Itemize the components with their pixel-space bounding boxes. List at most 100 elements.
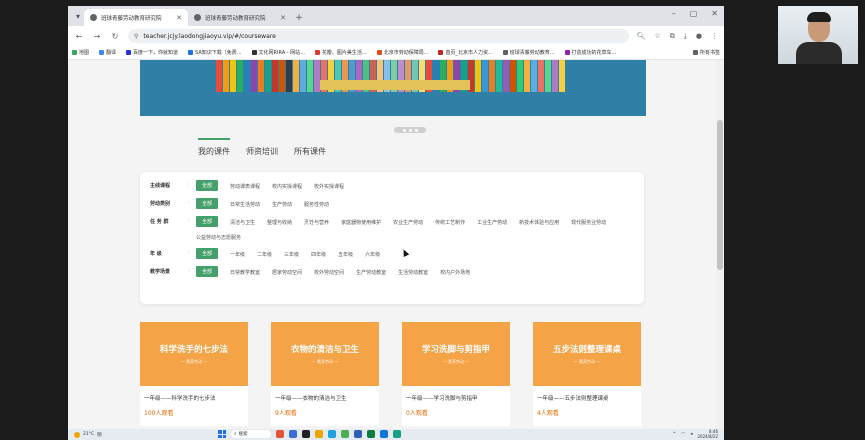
tray-chevron-icon[interactable]: ^ — [673, 432, 677, 437]
filter-option[interactable]: 工业生产劳动 — [477, 217, 507, 226]
bookmark-item[interactable]: 班球青藤劳动教育... — [502, 49, 555, 56]
course-name[interactable]: 一年级——学习洗脚与剪指甲 — [402, 386, 510, 402]
filter-option[interactable]: 日常教学教室 — [230, 267, 260, 276]
profile-icon[interactable]: ● — [696, 32, 702, 41]
bookmark-item[interactable]: 翻译 — [99, 49, 116, 56]
course-thumbnail[interactable]: 衣物的清洁与卫生 — 素养劳动 — — [271, 322, 379, 386]
filter-option[interactable]: 六年级 — [365, 249, 380, 258]
bookmark-item[interactable]: 百度一下，你就知道 — [126, 49, 178, 56]
bookmark-item[interactable]: 北京市劳动保障局... — [376, 49, 428, 56]
app-icon[interactable] — [302, 430, 310, 438]
filter-option[interactable]: 一年级 — [230, 249, 245, 258]
tab-teacher-training[interactable]: 师资培训 — [246, 146, 278, 160]
browser-tab-2[interactable]: 班球青藤劳动教育研究院 ✕ — [188, 9, 292, 26]
filter-option[interactable]: 居家劳动空间 — [272, 267, 302, 276]
filter-option[interactable]: 传统工艺制作 — [435, 217, 465, 226]
site-info-icon[interactable]: ⚲ — [134, 33, 138, 40]
extensions-icon[interactable]: ⧉ — [670, 32, 675, 41]
filter-option[interactable]: 生活劳动教室 — [398, 267, 428, 276]
tab-my-courseware[interactable]: 我的课件 — [198, 138, 230, 160]
filter-option-all[interactable]: 全部 — [196, 266, 219, 277]
app-icon[interactable] — [393, 430, 401, 438]
course-card[interactable]: 衣物的清洁与卫生 — 素养劳动 — 一年级——衣物的清洁与卫生 9人观看 — [271, 322, 379, 426]
carousel-dot[interactable] — [408, 128, 412, 132]
bookmark-star-icon[interactable]: ☆ — [655, 32, 661, 41]
reload-icon[interactable]: ↻ — [110, 32, 120, 41]
filter-option[interactable]: 劳动课表课程 — [230, 181, 260, 190]
filter-option[interactable]: 校外劳动空间 — [314, 267, 344, 276]
course-card[interactable]: 五步法则整理课桌 — 素养劳动 — 一年级——五步法则整理课桌 4人观看 — [533, 322, 641, 426]
filter-option[interactable]: 三年级 — [284, 249, 299, 258]
filter-option[interactable]: 新技术体验与应用 — [519, 217, 559, 226]
filter-option[interactable]: 校内实操课程 — [272, 181, 302, 190]
filter-option[interactable]: 公益劳动与志愿服务 — [196, 232, 241, 241]
app-icon[interactable] — [380, 430, 388, 438]
word-icon[interactable] — [354, 430, 362, 438]
filter-option[interactable]: 日常生活劳动 — [230, 199, 260, 208]
filter-option-all[interactable]: 全部 — [196, 248, 219, 259]
tab-search-icon[interactable]: ▾ — [72, 6, 84, 26]
bookmark-item[interactable]: 首页_北京市人力资... — [438, 49, 493, 56]
bookmark-item[interactable]: 花瓣、图片美生活... — [314, 49, 367, 56]
excel-icon[interactable] — [367, 430, 375, 438]
filter-option[interactable]: 二年级 — [257, 249, 272, 258]
course-thumbnail[interactable]: 学习洗脚与剪指甲 — 素养劳动 — — [402, 322, 510, 386]
app-icon[interactable] — [276, 430, 284, 438]
back-icon[interactable]: ← — [74, 32, 84, 41]
zoom-icon[interactable]: 🔍︎ — [637, 32, 646, 41]
filter-option[interactable]: 清洁与卫生 — [230, 217, 255, 226]
clock[interactable]: 8:46 2024/8/22 — [697, 429, 718, 439]
forward-icon[interactable]: → — [92, 32, 102, 41]
url-input[interactable]: ⚲ teacher.jcjy.laodongjiaoyu.vip/#/cours… — [128, 29, 629, 43]
bookmark-item[interactable]: 打造成功的花草车... — [564, 49, 616, 56]
download-icon[interactable]: ⤓ — [684, 32, 687, 41]
filter-option-all[interactable]: 全部 — [196, 216, 219, 227]
filter-option[interactable]: 生产劳动 — [272, 199, 292, 208]
bookmark-item[interactable]: SA知识下载（免费... — [188, 49, 242, 56]
filter-option[interactable]: 服务性劳动 — [304, 199, 329, 208]
course-name[interactable]: 一年级——衣物的清洁与卫生 — [271, 386, 379, 402]
filter-option-all[interactable]: 全部 — [196, 180, 219, 191]
taskbar-search[interactable]: ⌕ 搜索 — [231, 430, 271, 438]
scrollbar-thumb[interactable] — [717, 120, 723, 270]
filter-option[interactable]: 现代服务业劳动 — [571, 217, 606, 226]
course-name[interactable]: 一年级——科学洗手的七步法 — [140, 386, 248, 402]
windows-start-icon[interactable] — [218, 430, 226, 438]
new-tab-icon[interactable]: + — [292, 9, 306, 26]
filter-option-all[interactable]: 全部 — [196, 198, 219, 209]
filter-option[interactable]: 四年级 — [311, 249, 326, 258]
tab-all-courseware[interactable]: 所有课件 — [294, 146, 326, 160]
filter-option[interactable]: 烹饪与营养 — [304, 217, 329, 226]
filter-option[interactable]: 校外实操课程 — [314, 181, 344, 190]
scrollbar[interactable] — [716, 60, 724, 429]
carousel-dot[interactable] — [414, 128, 418, 132]
close-tab-icon[interactable]: ✕ — [280, 14, 286, 22]
carousel-dot[interactable] — [402, 128, 406, 132]
folder-icon[interactable] — [315, 430, 323, 438]
wifi-icon[interactable]: ◠ — [681, 432, 685, 437]
volume-icon[interactable]: ◂ — [690, 432, 692, 437]
carousel-indicator[interactable] — [394, 127, 426, 133]
course-thumbnail[interactable]: 科学洗手的七步法 — 素养劳动 — — [140, 322, 248, 386]
filter-option[interactable]: 家庭器物使用维护 — [341, 217, 381, 226]
filter-option[interactable]: 农业生产劳动 — [393, 217, 423, 226]
filter-option[interactable]: 校内户外场地 — [440, 267, 470, 276]
course-card[interactable]: 学习洗脚与剪指甲 — 素养劳动 — 一年级——学习洗脚与剪指甲 0人观看 — [402, 322, 510, 426]
course-thumbnail[interactable]: 五步法则整理课桌 — 素养劳动 — — [533, 322, 641, 386]
filter-option[interactable]: 整理与收纳 — [267, 217, 292, 226]
minimize-icon[interactable]: – — [672, 9, 676, 18]
close-tab-icon[interactable]: ✕ — [176, 14, 182, 22]
all-bookmarks-button[interactable]: 所有书签 — [692, 49, 720, 56]
bookmark-item[interactable]: 文化网RIRA - 网站... — [251, 49, 305, 56]
filter-option[interactable]: 生产劳动教室 — [356, 267, 386, 276]
maximize-icon[interactable]: ▢ — [690, 9, 698, 18]
course-card[interactable]: 科学洗手的七步法 — 素养劳动 — 一年级——科学洗手的七步法 100人观看 — [140, 322, 248, 426]
edge-icon[interactable] — [328, 430, 336, 438]
menu-icon[interactable]: ⋮ — [711, 32, 718, 41]
app-icon[interactable] — [289, 430, 297, 438]
chrome-icon[interactable] — [341, 430, 349, 438]
weather-widget[interactable]: 21°C 阴 — [74, 431, 102, 438]
course-name[interactable]: 一年级——五步法则整理课桌 — [533, 386, 641, 402]
close-window-icon[interactable]: ✕ — [711, 9, 718, 18]
browser-tab-1[interactable]: 班球青藤劳动教育研究院 ✕ — [84, 9, 188, 26]
